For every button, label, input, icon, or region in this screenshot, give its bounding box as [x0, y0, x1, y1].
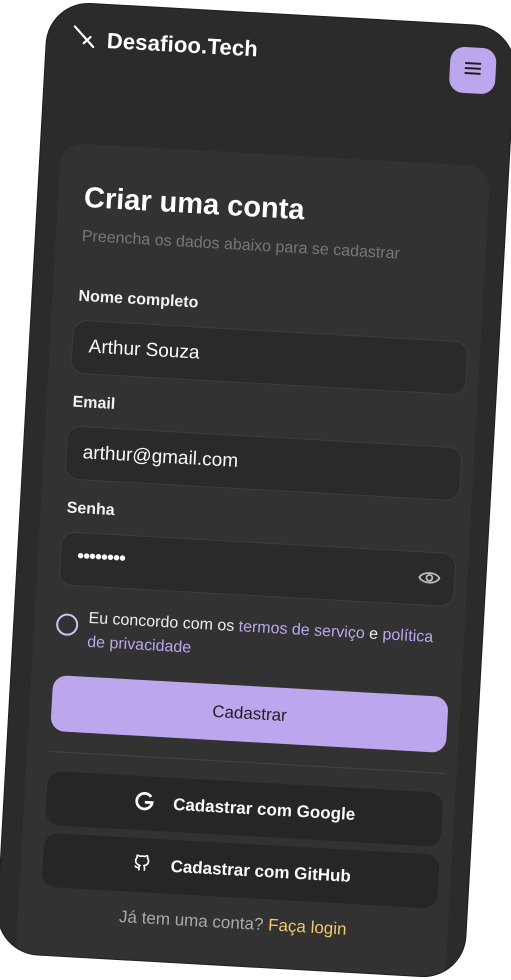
terms-text: Eu concordo com os termos de serviço e p… — [87, 607, 439, 674]
terms-checkbox[interactable] — [55, 613, 79, 637]
brand-title: Desafioo.Tech — [106, 27, 259, 61]
submit-button[interactable]: Cadastrar — [50, 674, 449, 753]
brand[interactable]: Desafioo.Tech — [70, 23, 259, 64]
google-signup-label: Cadastrar com Google — [172, 794, 356, 825]
email-label: Email — [72, 393, 116, 413]
github-signup-button[interactable]: Cadastrar com GitHub — [41, 832, 440, 909]
terms-prefix: Eu concordo com os — [88, 609, 235, 635]
page-title: Criar uma conta — [83, 181, 306, 227]
password-field[interactable]: •••••••• — [58, 531, 457, 608]
menu-button[interactable] — [448, 46, 498, 95]
terms-of-service-link[interactable]: termos de serviço — [238, 618, 365, 642]
eye-icon[interactable] — [418, 568, 441, 592]
login-prompt: Já tem uma conta? Faça login — [18, 901, 448, 945]
github-signup-label: Cadastrar com GitHub — [170, 856, 352, 886]
email-value: arthur@gmail.com — [82, 442, 239, 472]
name-field[interactable]: Arthur Souza — [70, 319, 469, 396]
sword-icon — [70, 23, 98, 55]
top-bar: Desafioo.Tech — [43, 2, 511, 128]
email-field[interactable]: arthur@gmail.com — [64, 425, 463, 502]
google-icon — [132, 789, 155, 817]
page-subtitle: Preencha os dados abaixo para se cadastr… — [81, 227, 401, 263]
name-label: Nome completo — [78, 287, 199, 312]
password-value: •••••••• — [76, 545, 126, 570]
github-icon — [130, 851, 153, 879]
signup-card: Criar uma conta Preencha os dados abaixo… — [15, 142, 491, 979]
login-link[interactable]: Faça login — [268, 915, 347, 938]
hamburger-menu-icon — [463, 60, 482, 80]
terms-and: e — [368, 625, 379, 644]
login-prompt-text: Já tem uma conta? — [118, 907, 264, 935]
divider — [49, 750, 445, 774]
phone-screen: Desafioo.Tech Criar uma conta Preencha o… — [0, 1, 511, 979]
password-label: Senha — [66, 499, 116, 520]
name-value: Arthur Souza — [88, 336, 201, 364]
